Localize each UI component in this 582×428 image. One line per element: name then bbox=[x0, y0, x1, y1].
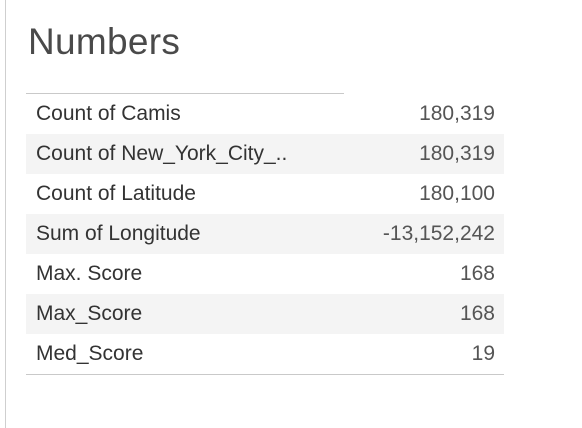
worksheet: Numbers Count of Camis 180,319 Count of … bbox=[0, 0, 582, 428]
table-rows: Count of Camis 180,319 Count of New_York… bbox=[26, 94, 504, 374]
table-row-count-of-latitude[interactable]: Count of Latitude 180,100 bbox=[26, 174, 504, 214]
table-row-max-score-dot[interactable]: Max. Score 168 bbox=[26, 254, 504, 294]
measure-label: Sum of Longitude bbox=[36, 222, 201, 245]
table-row-count-of-camis[interactable]: Count of Camis 180,319 bbox=[26, 94, 504, 134]
table-row-med-score[interactable]: Med_Score 19 bbox=[26, 334, 504, 374]
measure-label: Max. Score bbox=[36, 262, 143, 285]
table-row-sum-of-longitude[interactable]: Sum of Longitude -13,152,242 bbox=[26, 214, 504, 254]
measure-value: 19 bbox=[471, 342, 495, 365]
measure-label: Count of Camis bbox=[36, 102, 181, 125]
measure-label: Max_Score bbox=[36, 302, 143, 325]
pane-divider bbox=[5, 0, 6, 428]
table-bottom-rule bbox=[26, 374, 504, 375]
measure-label: Med_Score bbox=[36, 342, 144, 365]
measure-value: -13,152,242 bbox=[382, 222, 495, 245]
measure-label: Count of New_York_City_.. bbox=[36, 142, 288, 165]
measure-label: Count of Latitude bbox=[36, 182, 196, 205]
table-row-max-score[interactable]: Max_Score 168 bbox=[26, 294, 504, 334]
table-row-count-of-new-york-city[interactable]: Count of New_York_City_.. 180,319 bbox=[26, 134, 504, 174]
measure-value: 180,100 bbox=[419, 182, 495, 205]
measure-value: 168 bbox=[459, 262, 495, 285]
measure-value: 180,319 bbox=[419, 102, 495, 125]
measure-value: 180,319 bbox=[419, 142, 495, 165]
sheet-title: Numbers bbox=[28, 21, 181, 62]
measure-value: 168 bbox=[459, 302, 495, 325]
